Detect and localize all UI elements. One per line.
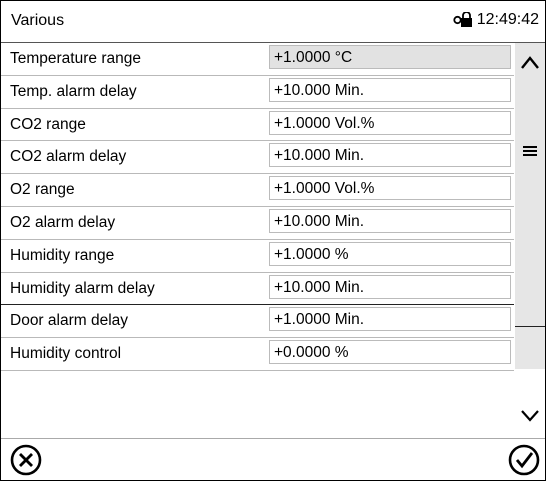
row-label: Humidity range xyxy=(10,246,115,264)
scrollbar-track-page1[interactable] xyxy=(515,43,545,326)
row-label: O2 alarm delay xyxy=(10,213,116,231)
confirm-check-icon[interactable] xyxy=(507,443,541,477)
row-label: Temp. alarm delay xyxy=(10,82,137,100)
row-co2-range: CO2 range +1.0000 Vol.% xyxy=(1,109,514,142)
co2-range-field[interactable]: +1.0000 Vol.% xyxy=(269,110,511,135)
footer-bar xyxy=(1,439,545,480)
temperature-range-field: +1.0000 °C xyxy=(269,45,511,69)
row-label: Humidity control xyxy=(10,345,122,363)
chevron-up-icon[interactable] xyxy=(518,51,542,75)
humidity-control-field[interactable]: +0.0000 % xyxy=(269,340,511,365)
chevron-down-icon[interactable] xyxy=(518,403,542,427)
row-label: O2 range xyxy=(10,181,75,199)
settings-list: Temperature range +1.0000 °C Temp. alarm… xyxy=(1,43,514,371)
row-temperature-range: Temperature range +1.0000 °C xyxy=(1,43,514,76)
header-bar: Various 12:49:42 xyxy=(1,1,545,43)
o2-alarm-delay-field[interactable]: +10.000 Min. xyxy=(269,208,511,233)
row-temp-alarm-delay: Temp. alarm delay +10.000 Min. xyxy=(1,76,514,109)
settings-window: Various 12:49:42 Temperature range +1.00… xyxy=(0,0,546,481)
humidity-range-field[interactable]: +1.0000 % xyxy=(269,241,511,266)
temp-alarm-delay-field[interactable]: +10.000 Min. xyxy=(269,77,511,102)
row-o2-range: O2 range +1.0000 Vol.% xyxy=(1,174,514,207)
row-humidity-alarm-delay: Humidity alarm delay +10.000 Min. xyxy=(1,273,514,306)
row-label: CO2 range xyxy=(10,115,86,133)
row-label: Temperature range xyxy=(10,50,141,67)
row-door-alarm-delay: Door alarm delay +1.0000 Min. xyxy=(1,305,514,339)
row-co2-alarm-delay: CO2 alarm delay +10.000 Min. xyxy=(1,141,514,175)
o2-range-field[interactable]: +1.0000 Vol.% xyxy=(269,176,511,201)
row-humidity-control: Humidity control +0.0000 % xyxy=(1,338,514,371)
humidity-alarm-delay-field[interactable]: +10.000 Min. xyxy=(269,274,511,299)
scrollbar[interactable] xyxy=(515,43,545,437)
cancel-circle-icon[interactable] xyxy=(9,443,43,477)
clock: 12:49:42 xyxy=(453,11,539,29)
menu-lines-icon[interactable] xyxy=(518,139,542,163)
row-label: Humidity alarm delay xyxy=(10,279,155,297)
scrollbar-track-page2[interactable] xyxy=(515,326,545,369)
row-o2-alarm-delay: O2 alarm delay +10.000 Min. xyxy=(1,207,514,240)
row-label: CO2 alarm delay xyxy=(10,148,127,166)
row-label: Door alarm delay xyxy=(10,312,129,330)
row-humidity-range: Humidity range +1.0000 % xyxy=(1,240,514,273)
page-title: Various xyxy=(11,12,65,29)
scrollbar-divider xyxy=(515,326,545,327)
lock-icon xyxy=(453,12,472,27)
clock-time: 12:49:42 xyxy=(476,11,539,28)
co2-alarm-delay-field[interactable]: +10.000 Min. xyxy=(269,143,511,168)
door-alarm-delay-field[interactable]: +1.0000 Min. xyxy=(269,307,511,332)
